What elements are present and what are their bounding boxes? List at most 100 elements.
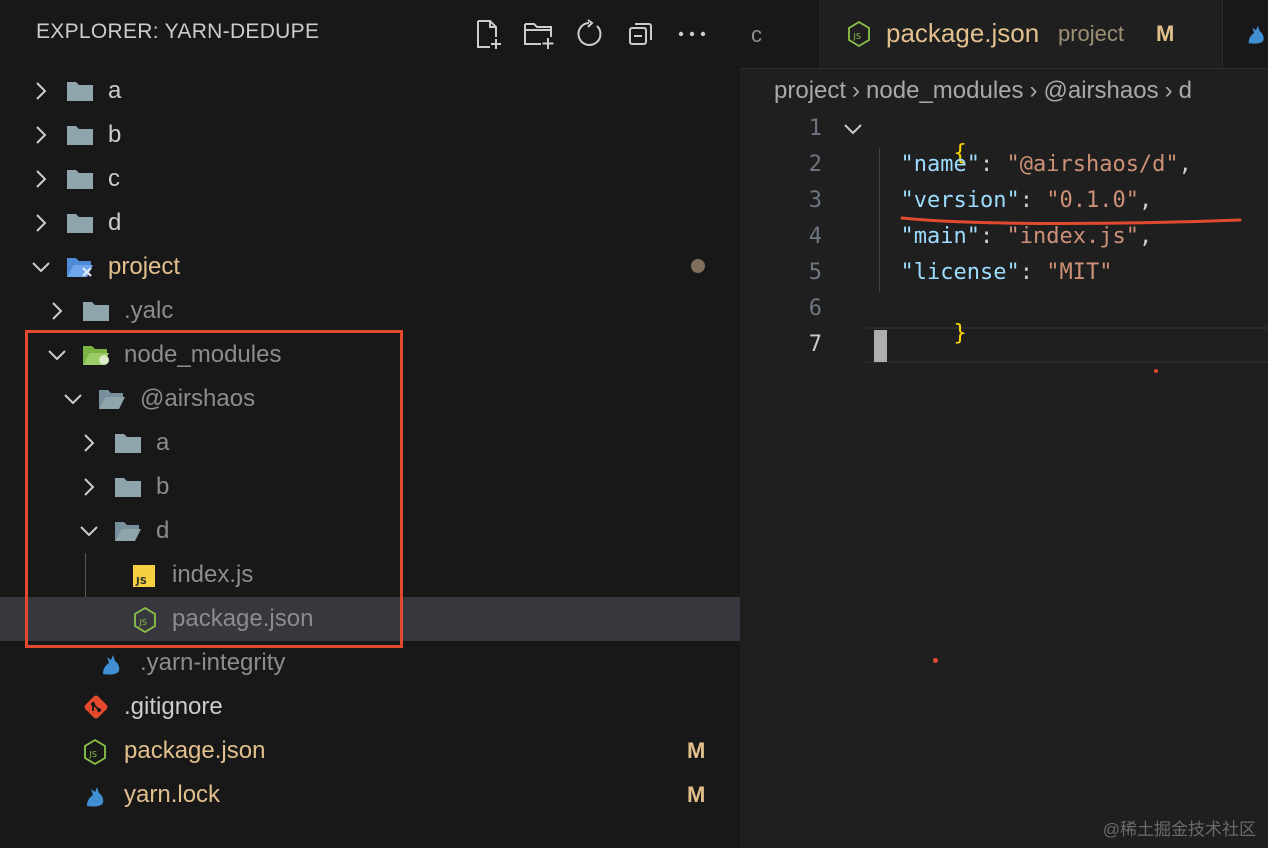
folder-icon	[83, 302, 109, 321]
chevron-down-icon	[32, 262, 50, 273]
tree-item-label: d	[108, 209, 122, 236]
tree-item-yarn-lock[interactable]: yarn.lock M	[0, 773, 740, 817]
code-line-6: }	[874, 296, 967, 371]
tree-item-d[interactable]: d	[0, 201, 740, 245]
breadcrumb-item[interactable]: project	[774, 77, 846, 104]
text-cursor	[874, 330, 887, 362]
modified-badge: M	[687, 738, 706, 763]
watermark: @稀土掘金技术社区	[1102, 820, 1256, 839]
editor-tab-bar: c JS package.json project M	[740, 0, 1268, 69]
breadcrumb-separator-icon: ›	[852, 77, 861, 104]
explorer-header: EXPLORER: YARN-DEDUPE	[0, 0, 740, 68]
tree-item-label: package.json	[124, 737, 266, 764]
modified-badge: M	[687, 782, 706, 807]
json-value-license: "MIT"	[1046, 260, 1113, 285]
yarn-cat-icon	[103, 655, 120, 675]
breadcrumb-separator-icon: ›	[1164, 77, 1173, 104]
chevron-right-icon	[52, 302, 63, 320]
json-key-license: "license"	[900, 260, 1020, 285]
annotation-dot	[933, 658, 938, 663]
breadcrumb-item[interactable]: d	[1179, 77, 1192, 104]
folder-icon	[67, 126, 93, 145]
code-line-2: "name": "@airshaos/d",	[874, 152, 1192, 177]
explorer-actions	[470, 16, 725, 52]
new-folder-button[interactable]	[521, 16, 557, 52]
open-folder-tools-icon	[67, 258, 93, 277]
chevron-right-icon	[36, 82, 47, 100]
tree-item-b[interactable]: b	[0, 113, 740, 157]
tree-item-yalc[interactable]: .yalc	[0, 289, 740, 333]
collapse-folders-button[interactable]	[623, 16, 659, 52]
tree-item-label: .gitignore	[124, 693, 223, 720]
tree-item-label: c	[108, 165, 120, 192]
refresh-icon	[577, 19, 602, 46]
tree-item-label: b	[108, 121, 122, 148]
json-value-name: "@airshaos/d"	[1006, 152, 1179, 177]
fold-chevron-down-icon[interactable]	[842, 121, 864, 139]
line-number: 3	[808, 188, 822, 213]
git-icon	[84, 695, 108, 719]
svg-text:JS: JS	[853, 32, 861, 41]
line-number: 2	[808, 152, 822, 177]
breadcrumb-item[interactable]: @airshaos	[1044, 77, 1159, 104]
more-actions-icon	[678, 31, 706, 37]
annotation-dot	[1154, 369, 1158, 373]
modified-badge: M	[1156, 21, 1175, 46]
code-line-5: "license": "MIT"	[874, 260, 1113, 285]
breadcrumb-separator-icon: ›	[1029, 77, 1038, 104]
tree-item-c[interactable]: c	[0, 157, 740, 201]
tree-item-label: project	[108, 253, 181, 280]
tab-package-json[interactable]: JS package.json project M	[822, 0, 1223, 68]
more-actions-button[interactable]	[674, 16, 710, 52]
chevron-right-icon	[36, 126, 47, 144]
yarn-cat-icon[interactable]	[1244, 20, 1268, 46]
modified-dot-indicator	[691, 259, 705, 273]
tree-item-a[interactable]: a	[0, 69, 740, 113]
comma: ,	[1178, 152, 1192, 177]
line-number: 7	[808, 332, 822, 357]
tree-item-label: .yarn-integrity	[140, 649, 286, 676]
breadcrumb-item[interactable]: node_modules	[866, 77, 1023, 104]
breadcrumb: project › node_modules › @airshaos › d	[774, 77, 1192, 105]
tree-item-label: yarn.lock	[124, 781, 221, 808]
line-number: 6	[808, 296, 822, 321]
nodejs-file-icon: JS	[848, 20, 870, 48]
refresh-explorer-button[interactable]	[572, 16, 608, 52]
chevron-right-icon	[36, 170, 47, 188]
tree-item-package-json[interactable]: JS package.json M	[0, 729, 740, 773]
folder-icon	[67, 214, 93, 233]
brace-close: }	[953, 321, 967, 346]
folder-icon	[67, 82, 93, 101]
code-line-3: "version": "0.1.0",	[874, 188, 1153, 213]
folder-icon	[67, 170, 93, 189]
comma: ,	[1138, 188, 1153, 213]
json-key-name: "name"	[900, 152, 980, 177]
nodejs-file-icon: JS	[84, 738, 106, 766]
explorer-title: EXPLORER: YARN-DEDUPE	[36, 20, 320, 43]
tab-description: project	[1058, 21, 1125, 46]
tree-item-label: .yalc	[124, 297, 174, 324]
colon: :	[1019, 188, 1047, 213]
json-key-version: "version"	[900, 188, 1020, 213]
explorer-sidebar: EXPLORER: YARN-DEDUPE a b c d project .y…	[0, 0, 740, 848]
tree-item-gitignore[interactable]: .gitignore	[0, 685, 740, 729]
annotation-underline	[900, 216, 1242, 225]
line-number: 5	[808, 260, 822, 285]
tab-previous[interactable]: c	[740, 0, 821, 68]
new-file-button[interactable]	[470, 16, 506, 52]
chevron-right-icon	[36, 214, 47, 232]
svg-text:JS: JS	[89, 750, 97, 759]
tree-item-project[interactable]: project	[0, 245, 740, 289]
line-number: 1	[808, 116, 822, 141]
new-file-icon	[477, 20, 501, 49]
tab-label: c	[751, 22, 762, 47]
new-folder-icon	[524, 23, 554, 49]
yarn-cat-icon	[87, 787, 104, 807]
colon: :	[979, 152, 1007, 177]
annotation-highlight-box	[25, 330, 403, 648]
line-number: 4	[808, 224, 822, 249]
editor-pane: c JS package.json project M project › node…	[740, 0, 1268, 848]
colon: :	[1019, 260, 1047, 285]
json-value-version: "0.1.0"	[1046, 188, 1139, 213]
tab-label: package.json	[886, 18, 1040, 48]
